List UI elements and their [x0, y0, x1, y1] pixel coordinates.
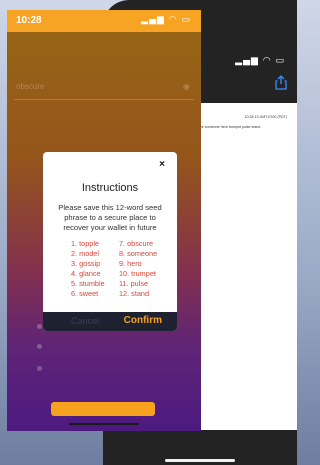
- seed-word: 9. hero: [119, 258, 142, 268]
- seed-word: 7. obscure: [119, 239, 154, 248]
- background-input-field: obscure ◉: [14, 78, 194, 100]
- status-icons: ▂▄▆ ◠ ▭: [141, 15, 191, 25]
- seed-word: 2. model: [71, 248, 99, 258]
- seed-word: 1. topple: [71, 239, 99, 248]
- background-button: [51, 402, 155, 416]
- seed-word: 6. sweet: [71, 288, 99, 298]
- confirm-button[interactable]: Confirm: [124, 315, 162, 326]
- foreground-phone-screen: 10:28 ▂▄▆ ◠ ▭ obscure ◉ × Instructions P…: [7, 10, 201, 431]
- seed-words-column-2: 7. obscure 8. someone 9. hero 10. trumpe…: [119, 239, 169, 298]
- seed-word: 8. someone: [119, 248, 158, 258]
- instructions-modal: × Instructions Please save this 12-word …: [43, 152, 177, 331]
- seed-words-column-1: 1. topple 2. model 3. gossip 4. glance 5…: [71, 239, 121, 298]
- share-icon[interactable]: [273, 75, 289, 93]
- modal-message: Please save this 12-word seed phrase to …: [58, 203, 162, 232]
- status-time: 10:28: [16, 15, 42, 26]
- document-timestamp: 10:28 13 GMT-0700 (PDT): [244, 115, 287, 119]
- seed-word: 4. glance: [71, 268, 101, 278]
- background-dot: [37, 324, 42, 329]
- modal-title: Instructions: [81, 182, 139, 194]
- home-indicator: [165, 459, 235, 462]
- background-field-text: obscure: [16, 82, 45, 91]
- seed-word: 3. gossip: [71, 258, 101, 268]
- home-indicator: [69, 423, 139, 425]
- status-icons: ▂▄▆ ◠ ▭: [235, 56, 285, 66]
- cancel-button[interactable]: Cancel: [71, 316, 99, 326]
- seed-word: 10. trumpet: [119, 268, 156, 278]
- seed-word: 12. stand: [119, 288, 150, 298]
- status-bar: 10:28 ▂▄▆ ◠ ▭: [7, 10, 201, 32]
- share-icon-glyph: [275, 75, 287, 90]
- document-phrase: obscure someone hero trumpet pulse stand: [191, 125, 261, 129]
- close-icon[interactable]: ×: [159, 160, 165, 170]
- background-dot: [37, 344, 42, 349]
- seed-word: 5. stumble: [71, 278, 105, 288]
- seed-word: 11. pulse: [119, 278, 149, 288]
- modal-footer: Cancel Confirm: [43, 312, 177, 331]
- background-dot: [37, 366, 42, 371]
- eye-icon: ◉: [183, 82, 190, 91]
